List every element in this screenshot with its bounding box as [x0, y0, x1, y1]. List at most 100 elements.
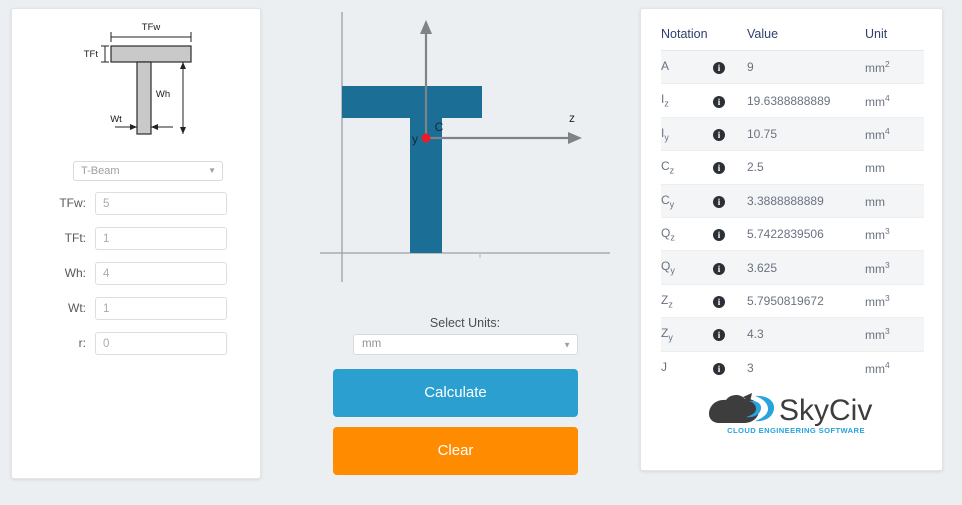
shape-type-select-value[interactable]: T-Beam ▼ [73, 161, 223, 181]
field-row-tft: TFt: [12, 227, 262, 250]
info-icon[interactable]: i [713, 162, 725, 175]
logo-wordmark: SkyCiv [779, 394, 872, 427]
row-notation: Zy [661, 317, 713, 352]
tfw-field[interactable] [95, 192, 227, 215]
row-notation: Zz [661, 284, 713, 319]
unit-exp: 4 [885, 359, 890, 370]
axis-y-label: y [412, 132, 418, 146]
unit-text: mm [865, 94, 885, 109]
row-value: 2.5 [747, 150, 865, 185]
notation-sub: y [669, 198, 675, 209]
shape-type-selector[interactable]: T-Beam ▼ [73, 161, 223, 181]
notation-sub: z [668, 299, 673, 310]
table-row: Qy i 3.625 mm3 [661, 250, 924, 285]
table-row: Qz i 5.7422839506 mm3 [661, 217, 924, 252]
notation-text: A [661, 59, 670, 73]
r-field[interactable] [95, 332, 227, 355]
row-info-cell: i [713, 184, 747, 218]
info-icon[interactable]: i [713, 95, 725, 108]
row-value: 3.3888888889 [747, 184, 865, 218]
field-row-wh: Wh: [12, 262, 262, 285]
row-info-cell: i [713, 351, 747, 384]
row-info-cell: i [713, 50, 747, 85]
info-icon[interactable]: i [713, 329, 725, 342]
row-value: 3 [747, 360, 754, 375]
row-notation: A [661, 50, 713, 85]
centroid-marker [421, 133, 431, 143]
header-unit: Unit [865, 19, 924, 51]
info-icon[interactable]: i [713, 229, 725, 242]
table-row: Zz i 5.7950819672 mm3 [661, 284, 924, 319]
results-table: Notation Value Unit A i 9 mm2 Iz i 19.63… [661, 19, 924, 384]
logo-civ-text: Civ [829, 394, 872, 427]
row-info-cell: i [713, 117, 747, 152]
unit-text: mm [865, 228, 885, 243]
chevron-down-icon: ▼ [208, 166, 216, 175]
table-row: Iy i 10.75 mm4 [661, 117, 924, 152]
row-info-cell: i [713, 83, 747, 118]
field-row-r: r: [12, 332, 262, 355]
table-row: J i 3 mm4 [661, 351, 924, 384]
row-info-cell: i [713, 150, 747, 185]
table-row: Cy i 3.3888888889 mm [661, 184, 924, 218]
notation-text: C [661, 159, 670, 174]
row-unit: mm4 [865, 83, 924, 118]
row-info-cell: i [713, 217, 747, 252]
info-icon[interactable]: i [713, 195, 725, 208]
info-icon[interactable]: i [713, 362, 725, 375]
info-icon[interactable]: i [713, 62, 725, 75]
units-select-value[interactable]: mm ▼ [353, 334, 578, 355]
table-row: Cz i 2.5 mm [661, 150, 924, 185]
wt-field[interactable] [95, 297, 227, 320]
wh-field[interactable] [95, 262, 227, 285]
row-value: 9 [747, 50, 865, 85]
clear-button[interactable]: Clear [333, 427, 578, 475]
unit-exp: 3 [885, 326, 890, 337]
table-row: Iz i 19.6388888889 mm4 [661, 83, 924, 118]
tft-field[interactable] [95, 227, 227, 250]
row-unit: mm3 [865, 317, 924, 352]
notation-sub: z [670, 232, 675, 243]
info-icon[interactable]: i [713, 262, 725, 275]
row-value: 5.7950819672 [747, 284, 865, 319]
row-notation: Cy [661, 184, 713, 218]
row-value: 3.625 [747, 250, 865, 285]
unit-exp: 2 [885, 59, 890, 70]
table-row: Zy i 4.3 mm3 [661, 317, 924, 352]
info-icon[interactable]: i [713, 128, 725, 141]
row-info-cell: i [713, 317, 747, 352]
notation-text: C [661, 192, 670, 207]
unit-text: mm [865, 61, 885, 76]
chevron-down-icon: ▼ [563, 340, 571, 349]
tft-label: TFt: [64, 231, 86, 245]
row-unit: mm3 [865, 250, 924, 285]
row-notation: Qy [661, 250, 713, 285]
calculate-button[interactable]: Calculate [333, 369, 578, 417]
row-notation: Iy [661, 117, 713, 152]
header-value: Value [747, 19, 865, 51]
info-icon[interactable]: i [713, 295, 725, 308]
row-notation: J [661, 351, 713, 384]
row-unit: mm4 [865, 117, 924, 152]
row-value: 5.7422839506 [747, 217, 865, 252]
units-selector[interactable]: mm ▼ [353, 334, 578, 355]
label-wt: Wt [110, 114, 122, 125]
row-info-cell: i [713, 284, 747, 319]
table-row: A i 9 mm2 [661, 50, 924, 85]
row-notation: Cz [661, 150, 713, 185]
unit-exp: 3 [885, 226, 890, 237]
unit-text: mm [865, 294, 885, 309]
unit-text: mm [865, 328, 885, 343]
wh-label: Wh: [64, 266, 86, 280]
field-row-tfw: TFw: [12, 192, 262, 215]
unit-text: mm [865, 127, 885, 142]
tfw-label: TFw: [59, 196, 86, 210]
unit-text: mm [865, 361, 885, 376]
logo-tagline: CLOUD ENGINEERING SOFTWARE [727, 426, 865, 435]
wt-label: Wt: [68, 301, 86, 315]
axis-z-label: z [569, 111, 575, 125]
notation-text: J [661, 359, 667, 374]
row-info-cell: i [713, 250, 747, 285]
unit-exp: 3 [885, 259, 890, 270]
header-notation: Notation [661, 19, 747, 51]
